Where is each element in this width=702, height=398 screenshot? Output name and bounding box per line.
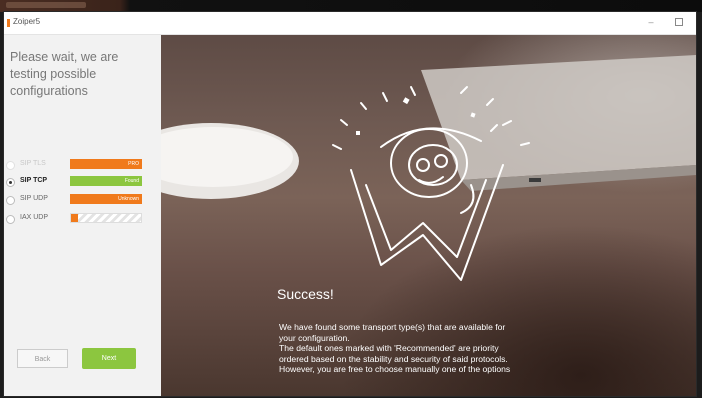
back-button[interactable]: Back (17, 349, 68, 368)
message-line: However, you are free to choose manually… (279, 364, 511, 375)
wizard-sidebar: Please wait, we are testing possible con… (4, 35, 161, 396)
desktop-background (0, 0, 702, 12)
message-line: The default ones marked with 'Recommende… (279, 343, 499, 354)
protocol-row-sip-tls[interactable]: SIP TLS PRO (6, 159, 156, 171)
progress-bar (70, 213, 142, 223)
radio-icon[interactable] (6, 196, 15, 205)
success-panel: Success! We have found some transport ty… (161, 35, 696, 396)
message-line: ordered based on the stability and secur… (279, 353, 508, 364)
success-title: Success! (277, 286, 334, 302)
app-window: Zoiper5 – Please wait, we are testing po… (4, 12, 696, 396)
radio-icon[interactable] (6, 161, 15, 170)
page-title: Please wait, we are testing possible con… (10, 50, 119, 98)
progress-fill (71, 214, 78, 222)
next-button[interactable]: Next (82, 348, 136, 369)
protocol-label: SIP TLS (20, 160, 46, 167)
window-maximize-icon[interactable] (672, 15, 686, 29)
message-line: your configuration. (279, 332, 350, 343)
protocol-row-sip-tcp[interactable]: SIP TCP Found (6, 176, 156, 188)
message-line: We have found some transport type(s) tha… (279, 322, 506, 332)
desktop-blur (6, 2, 86, 8)
protocol-label: IAX UDP (20, 214, 49, 221)
protocol-row-sip-udp[interactable]: SIP UDP Unknown (6, 194, 156, 206)
status-badge: PRO (70, 159, 142, 169)
window-title: Zoiper5 (13, 17, 41, 26)
radio-icon[interactable] (6, 215, 15, 224)
protocol-row-iax-udp[interactable]: IAX UDP (6, 213, 156, 225)
protocol-label: SIP TCP (20, 177, 48, 184)
status-badge: Unknown (70, 194, 142, 204)
zoiper-logo-icon (7, 19, 10, 27)
success-message: We have found some transport type(s) tha… (279, 322, 569, 375)
window-minimize-icon[interactable]: – (644, 15, 658, 29)
status-badge: Found (70, 176, 142, 186)
radio-icon[interactable] (6, 178, 15, 187)
title-bar: Zoiper5 – (4, 12, 696, 35)
protocol-label: SIP UDP (20, 195, 48, 202)
